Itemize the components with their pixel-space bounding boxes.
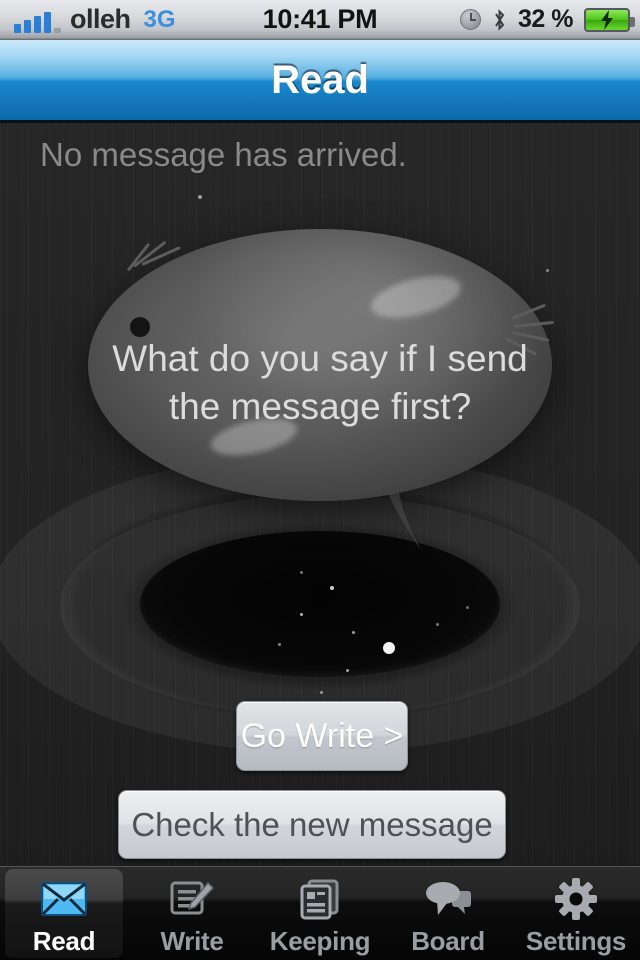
tab-settings[interactable]: Settings [512, 867, 640, 960]
tab-label: Write [160, 926, 224, 956]
bluetooth-icon [492, 8, 507, 32]
app-screen: olleh 3G 10:41 PM 32 % Read What do you … [0, 0, 640, 960]
bubble-message-line-2: the message first? [168, 386, 472, 427]
go-write-button[interactable]: Go Write > [236, 701, 408, 771]
envelope-icon [40, 877, 88, 921]
bubble-message: What do you say if I send the message fi… [0, 335, 640, 431]
navigation-bar: Read [0, 40, 640, 123]
status-bar-left: olleh 3G [0, 6, 176, 33]
empty-state-label: No message has arrived. [40, 136, 407, 173]
main-content: What do you say if I send the message fi… [0, 123, 640, 866]
alarm-clock-icon [460, 9, 482, 30]
stacked-documents-icon [296, 877, 344, 921]
carrier-label: olleh [70, 4, 131, 34]
status-bar: olleh 3G 10:41 PM 32 % [0, 0, 640, 40]
tab-bar: Read Write Keeping Board Settings [0, 866, 640, 960]
clock-label: 10:41 PM [262, 4, 378, 34]
tab-label: Keeping [269, 926, 371, 956]
battery-charging-icon [584, 7, 635, 32]
tab-label: Board [411, 926, 485, 956]
network-mode-label: 3G [143, 6, 176, 33]
tab-read[interactable]: Read [0, 867, 128, 960]
tab-keeping[interactable]: Keeping [256, 867, 384, 960]
bubble-message-line-1: What do you say if I send [112, 338, 528, 379]
signal-bars-icon [14, 11, 61, 33]
status-bar-right: 32 % [460, 5, 640, 34]
tab-board[interactable]: Board [384, 867, 512, 960]
speech-bubbles-icon [424, 877, 472, 921]
document-pencil-icon [168, 877, 216, 921]
tab-write[interactable]: Write [128, 867, 256, 960]
gear-icon [552, 877, 600, 921]
tab-label: Settings [525, 926, 627, 956]
creature-eye [130, 317, 150, 337]
battery-percent-label: 32 % [518, 5, 573, 33]
page-title: Read [271, 57, 369, 102]
check-new-message-button[interactable]: Check the new message [118, 790, 506, 859]
tab-label: Read [32, 926, 96, 956]
